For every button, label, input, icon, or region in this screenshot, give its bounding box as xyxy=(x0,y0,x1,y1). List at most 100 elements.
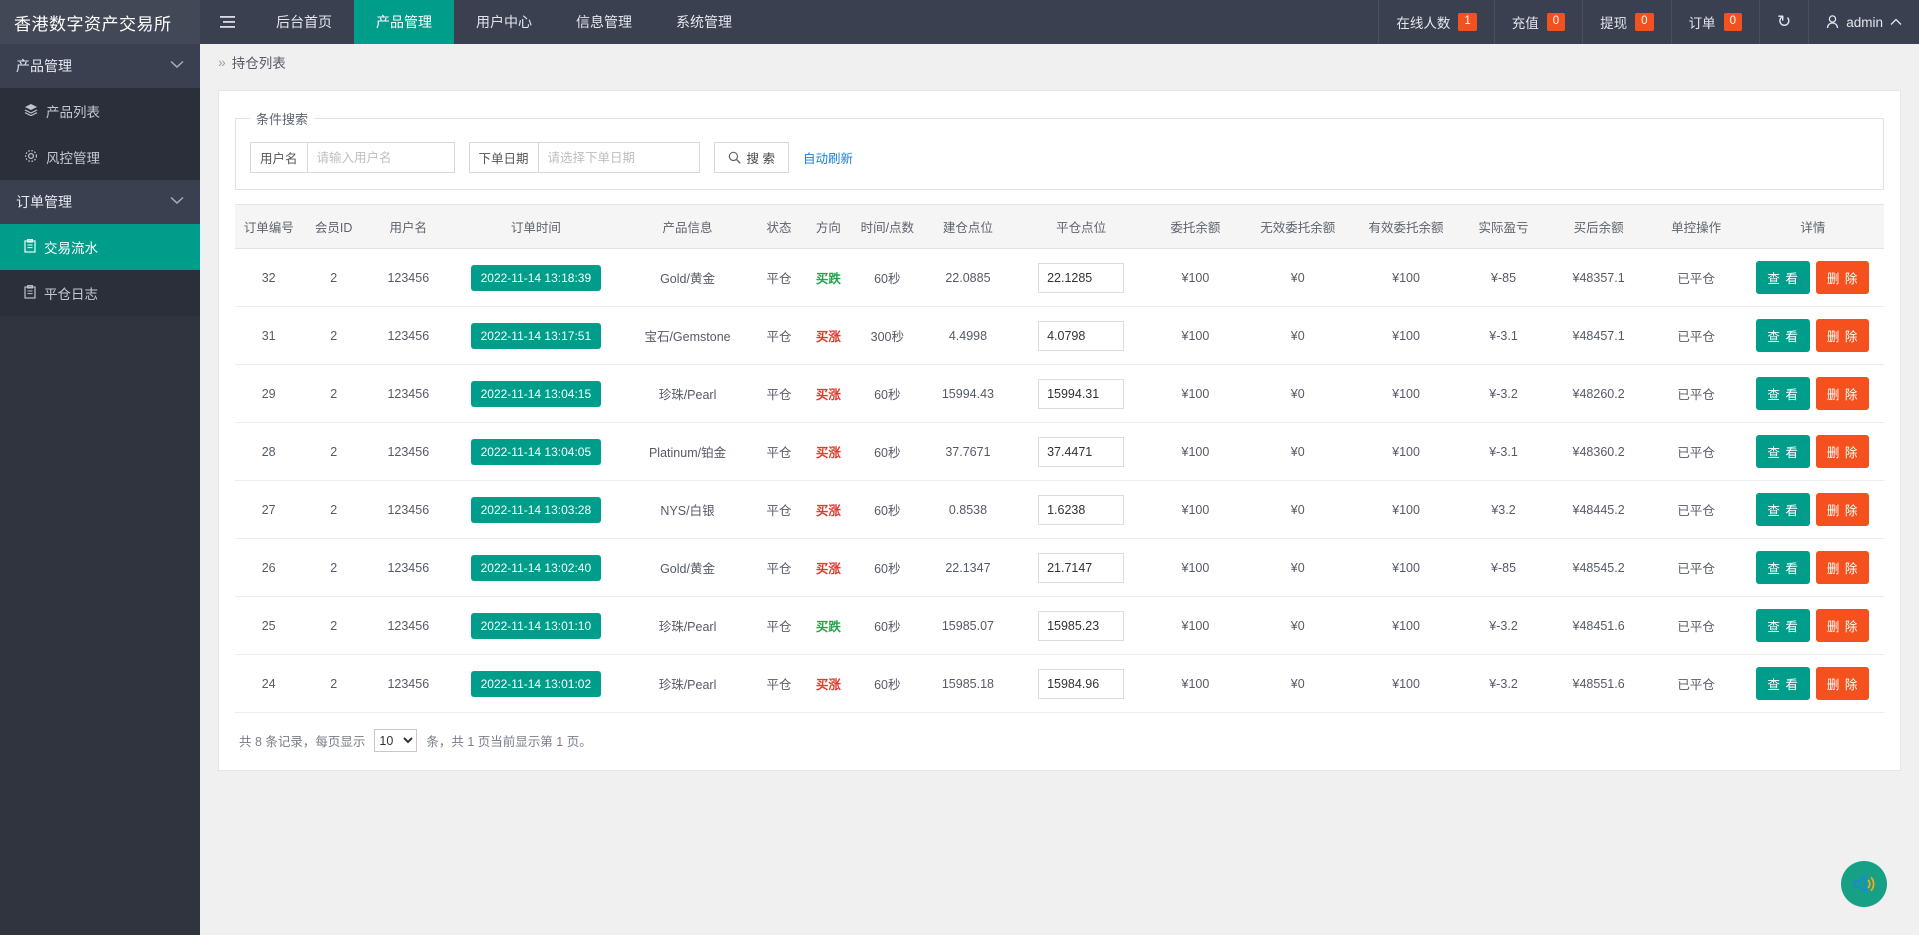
cell-actual-pnl: ¥-3.2 xyxy=(1460,655,1547,713)
sidebar-item-1-0[interactable]: 交易流水 xyxy=(0,224,200,270)
view-button[interactable]: 查 看 xyxy=(1756,435,1809,468)
cell-detail-actions: 查 看删 除 xyxy=(1742,307,1884,365)
sidebar-group-1[interactable]: 订单管理 xyxy=(0,180,200,224)
cell-entrust-balance: ¥100 xyxy=(1147,597,1243,655)
cell-actual-pnl: ¥3.2 xyxy=(1460,481,1547,539)
cell-username: 123456 xyxy=(365,655,452,713)
close-point-input[interactable] xyxy=(1038,437,1124,467)
close-point-input[interactable] xyxy=(1038,611,1124,641)
order-date-input[interactable] xyxy=(538,142,700,173)
close-point-input[interactable] xyxy=(1038,553,1124,583)
sidebar-item-label: 产品列表 xyxy=(46,101,100,121)
table-header: 订单编号会员ID用户名订单时间产品信息状态方向时间/点数建仓点位平仓点位委托余额… xyxy=(235,205,1884,249)
close-point-input[interactable] xyxy=(1038,495,1124,525)
view-button[interactable]: 查 看 xyxy=(1756,609,1809,642)
cell-valid-entrust-balance: ¥100 xyxy=(1352,423,1460,481)
nav-stat-3[interactable]: 订单0 xyxy=(1671,0,1759,44)
cell-close-point xyxy=(1015,423,1147,481)
nav-item-2[interactable]: 用户中心 xyxy=(454,0,554,44)
delete-button[interactable]: 删 除 xyxy=(1816,377,1869,410)
view-button[interactable]: 查 看 xyxy=(1756,551,1809,584)
chevron-up-icon xyxy=(1890,18,1902,26)
cell-member-id: 2 xyxy=(302,307,365,365)
direction-label: 买涨 xyxy=(816,504,841,518)
nav-stat-label: 在线人数 xyxy=(1396,12,1450,32)
primary-nav-items: 后台首页产品管理用户中心信息管理系统管理 xyxy=(254,0,754,44)
nav-item-1[interactable]: 产品管理 xyxy=(354,0,454,44)
table-column-header-13: 实际盈亏 xyxy=(1460,205,1547,249)
page-size-select[interactable]: 102050100 xyxy=(374,729,417,752)
refresh-button[interactable]: ↻ xyxy=(1759,0,1808,44)
nav-stat-label: 订单 xyxy=(1689,12,1716,32)
nav-stat-0[interactable]: 在线人数1 xyxy=(1378,0,1493,44)
view-button[interactable]: 查 看 xyxy=(1756,667,1809,700)
cell-balance-after: ¥48445.2 xyxy=(1547,481,1651,539)
cell-single-control: 已平仓 xyxy=(1650,307,1741,365)
clipboard-icon xyxy=(24,239,36,256)
sidebar-group-0[interactable]: 产品管理 xyxy=(0,44,200,88)
nav-stat-2[interactable]: 提现0 xyxy=(1582,0,1670,44)
table-header-row: 订单编号会员ID用户名订单时间产品信息状态方向时间/点数建仓点位平仓点位委托余额… xyxy=(235,205,1884,249)
cell-actual-pnl: ¥-3.2 xyxy=(1460,597,1547,655)
user-menu[interactable]: admin xyxy=(1808,0,1919,44)
pagination-summary: 共 8 条记录，每页显示 102050100 条，共 1 页当前显示第 1 页。 xyxy=(235,713,1884,756)
sound-toggle-button[interactable] xyxy=(1841,861,1887,907)
nav-stat-1[interactable]: 充值0 xyxy=(1494,0,1582,44)
order-time-badge: 2022-11-14 13:04:15 xyxy=(471,381,602,407)
table-column-header-1: 会员ID xyxy=(302,205,365,249)
cell-entrust-balance: ¥100 xyxy=(1147,481,1243,539)
cell-username: 123456 xyxy=(365,365,452,423)
delete-button[interactable]: 删 除 xyxy=(1816,319,1869,352)
cell-valid-entrust-balance: ¥100 xyxy=(1352,539,1460,597)
username-input[interactable] xyxy=(307,142,455,173)
cell-balance-after: ¥48545.2 xyxy=(1547,539,1651,597)
close-point-input[interactable] xyxy=(1038,321,1124,351)
nav-item-0[interactable]: 后台首页 xyxy=(254,0,354,44)
search-filter-panel: 条件搜索 用户名 下单日期 搜 xyxy=(235,109,1884,190)
cell-member-id: 2 xyxy=(302,249,365,307)
delete-button[interactable]: 删 除 xyxy=(1816,435,1869,468)
view-button[interactable]: 查 看 xyxy=(1756,377,1809,410)
delete-button[interactable]: 删 除 xyxy=(1816,667,1869,700)
delete-button[interactable]: 删 除 xyxy=(1816,609,1869,642)
close-point-input[interactable] xyxy=(1038,379,1124,409)
cell-close-point xyxy=(1015,481,1147,539)
search-button[interactable]: 搜 索 xyxy=(714,142,789,173)
cell-invalid-entrust-balance: ¥0 xyxy=(1244,597,1352,655)
cell-close-point xyxy=(1015,249,1147,307)
chevron-down-icon xyxy=(170,196,184,208)
hamburger-menu-icon[interactable] xyxy=(200,0,254,44)
cell-username: 123456 xyxy=(365,481,452,539)
pagination-suffix-label: 条，共 1 页当前显示第 1 页。 xyxy=(426,731,591,750)
clipboard-icon xyxy=(24,285,36,302)
cell-actual-pnl: ¥-3.1 xyxy=(1460,423,1547,481)
sidebar-item-0-0[interactable]: 产品列表 xyxy=(0,88,200,134)
cell-order-time: 2022-11-14 13:01:10 xyxy=(452,597,621,655)
view-button[interactable]: 查 看 xyxy=(1756,319,1809,352)
cell-order-time: 2022-11-14 13:03:28 xyxy=(452,481,621,539)
view-button[interactable]: 查 看 xyxy=(1756,493,1809,526)
cell-open-point: 15985.07 xyxy=(921,597,1015,655)
delete-button[interactable]: 删 除 xyxy=(1816,551,1869,584)
cell-invalid-entrust-balance: ¥0 xyxy=(1244,539,1352,597)
nav-item-3[interactable]: 信息管理 xyxy=(554,0,654,44)
sidebar-item-1-1[interactable]: 平仓日志 xyxy=(0,270,200,316)
close-point-input[interactable] xyxy=(1038,263,1124,293)
delete-button[interactable]: 删 除 xyxy=(1816,493,1869,526)
cell-order-id: 31 xyxy=(235,307,302,365)
cell-direction: 买涨 xyxy=(803,365,854,423)
cell-single-control: 已平仓 xyxy=(1650,597,1741,655)
cell-open-point: 15994.43 xyxy=(921,365,1015,423)
delete-button[interactable]: 删 除 xyxy=(1816,261,1869,294)
cell-single-control: 已平仓 xyxy=(1650,423,1741,481)
cell-invalid-entrust-balance: ¥0 xyxy=(1244,307,1352,365)
nav-item-4[interactable]: 系统管理 xyxy=(654,0,754,44)
cell-entrust-balance: ¥100 xyxy=(1147,655,1243,713)
close-point-input[interactable] xyxy=(1038,669,1124,699)
auto-refresh-link[interactable]: 自动刷新 xyxy=(803,148,853,167)
sidebar-item-0-1[interactable]: 风控管理 xyxy=(0,134,200,180)
view-button[interactable]: 查 看 xyxy=(1756,261,1809,294)
breadcrumb-separator-icon: » xyxy=(218,54,226,70)
cell-detail-actions: 查 看删 除 xyxy=(1742,597,1884,655)
table-row: 2921234562022-11-14 13:04:15珍珠/Pearl平仓买涨… xyxy=(235,365,1884,423)
